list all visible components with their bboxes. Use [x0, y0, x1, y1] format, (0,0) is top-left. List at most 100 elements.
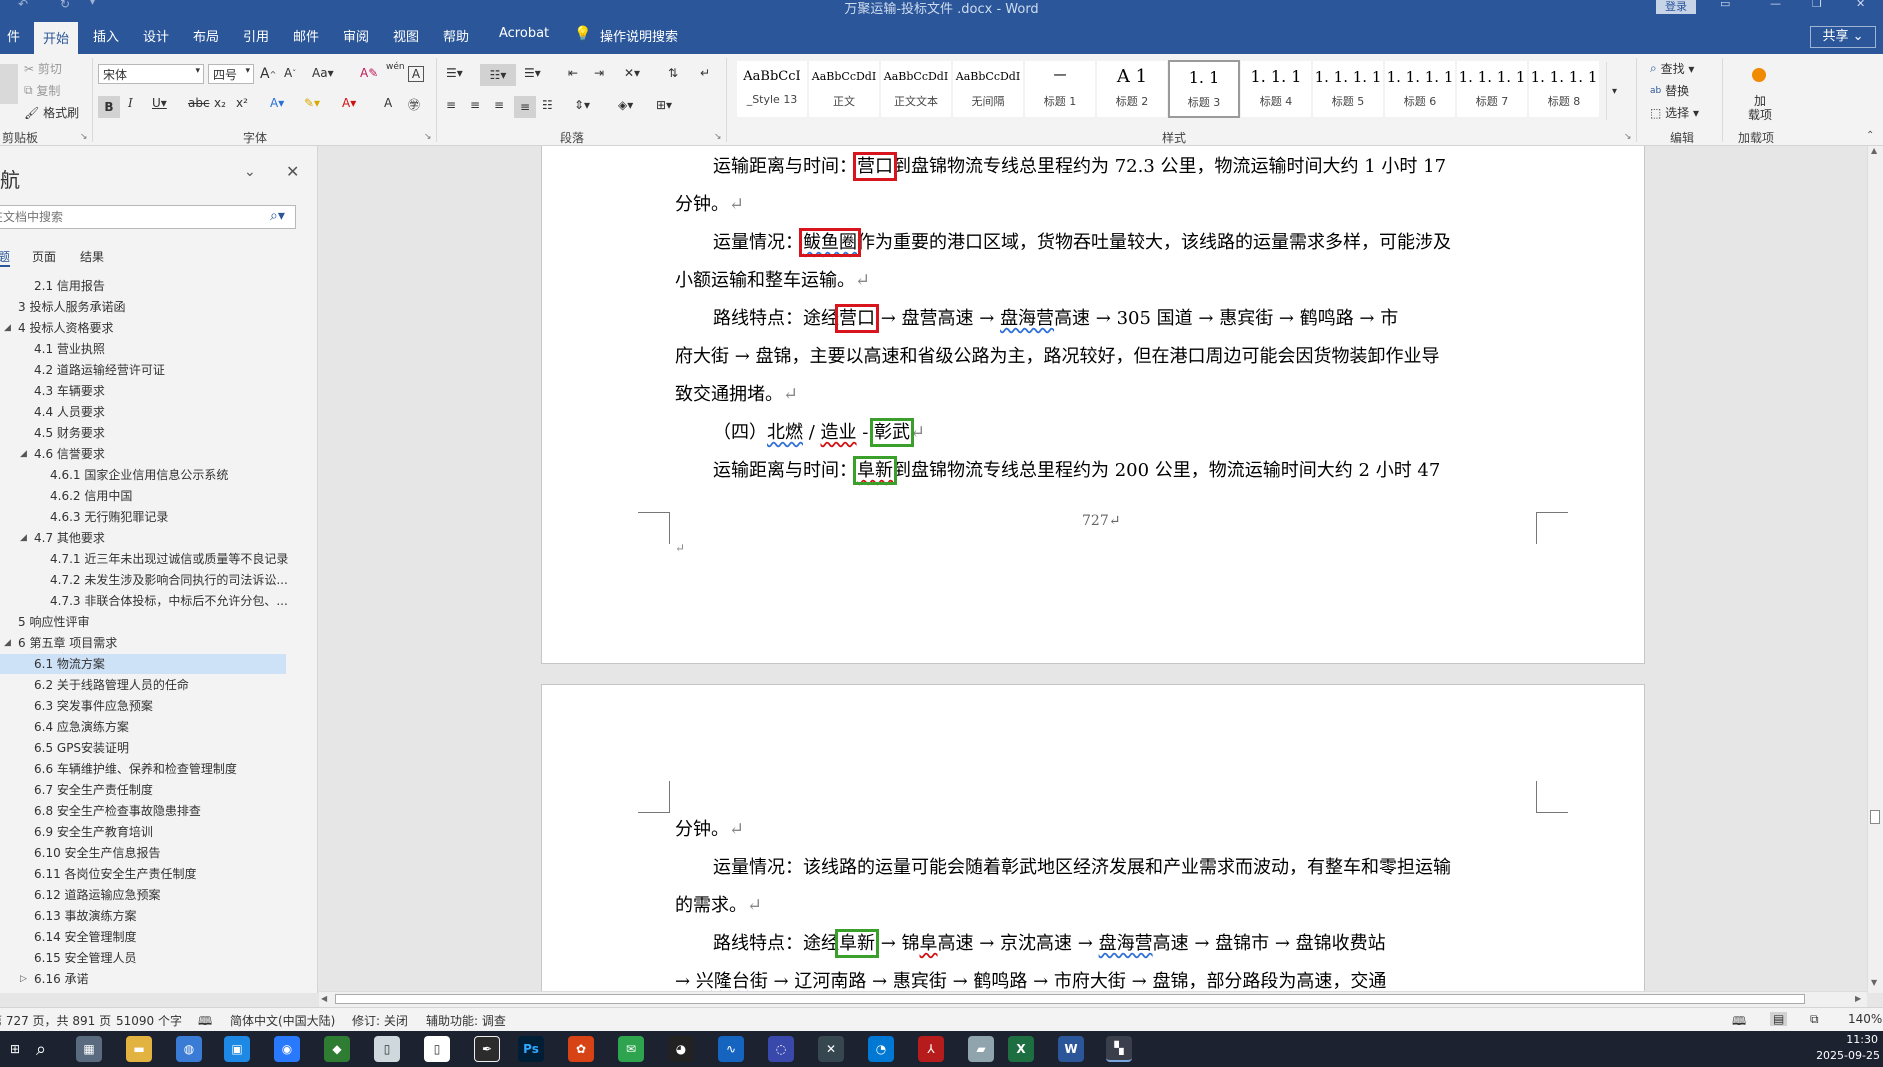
- font-launcher-icon[interactable]: ↘: [424, 132, 432, 142]
- nav-heading-item[interactable]: 4.6.1 国家企业信用信息公示系统: [0, 465, 286, 485]
- copy-button[interactable]: ⧉ 复制: [24, 82, 60, 99]
- nav-heading-item[interactable]: 4.1 营业执照: [0, 339, 286, 359]
- style-tile[interactable]: 1. 1. 1. 1 标题 6: [1384, 60, 1456, 118]
- justify-icon[interactable]: ≡: [514, 96, 536, 118]
- app-icon[interactable]: ◍: [176, 1036, 202, 1062]
- align-center-icon[interactable]: ≡: [470, 98, 480, 112]
- style-tile[interactable]: AaBbCcDdI 正文文本: [880, 60, 952, 118]
- font-size-box[interactable]: 四号 ▾: [208, 64, 254, 84]
- collapse-caret-icon[interactable]: ◢: [4, 318, 11, 338]
- nav-heading-item[interactable]: ◢ 4.7 其他要求: [0, 528, 286, 548]
- app-icon[interactable]: ◆: [324, 1036, 350, 1062]
- highlight-icon[interactable]: ✎▾: [304, 96, 320, 110]
- font-color-icon[interactable]: A▾: [342, 96, 356, 110]
- nav-tab-pages[interactable]: 页面: [32, 248, 56, 265]
- close-icon[interactable]: ✕: [286, 162, 299, 181]
- word-count[interactable]: 51090 个字: [116, 1012, 182, 1029]
- show-marks-icon[interactable]: ↵: [700, 66, 710, 80]
- sort-icon[interactable]: ⇅: [668, 66, 678, 80]
- style-tile[interactable]: AaBbCcDdI 正文: [808, 60, 880, 118]
- nav-heading-item[interactable]: 6.2 关于线路管理人员的任命: [0, 675, 286, 695]
- word-icon[interactable]: W: [1058, 1036, 1084, 1062]
- clock-date[interactable]: 2025-09-25: [1806, 1049, 1880, 1062]
- notepad-icon[interactable]: ▯: [374, 1036, 400, 1062]
- vertical-scrollbar[interactable]: ▲ ▼: [1867, 146, 1883, 993]
- close-window-icon[interactable]: ✕: [1856, 0, 1865, 10]
- nav-search-input[interactable]: [0, 205, 296, 229]
- web-layout-icon[interactable]: ⧉: [1810, 1012, 1819, 1027]
- app-icon[interactable]: ▚: [1106, 1036, 1132, 1062]
- tell-me-search[interactable]: 操作说明搜索: [600, 26, 678, 45]
- restore-icon[interactable]: ❐: [1812, 0, 1822, 10]
- cut-button[interactable]: ✂ 剪切: [24, 60, 62, 77]
- zoom-level[interactable]: 140%: [1848, 1012, 1882, 1026]
- nav-heading-item[interactable]: 6.10 安全生产信息报告: [0, 843, 286, 863]
- align-left-icon[interactable]: ≡: [446, 98, 456, 112]
- nav-heading-item[interactable]: ◢ 6 第五章 项目需求: [0, 633, 286, 653]
- document-page[interactable]: 分钟。↵ 运量情况：该线路的运量可能会随着彰武地区经济发展和产业需求而波动，有整…: [541, 684, 1645, 991]
- scrollbar-thumb[interactable]: [1870, 810, 1880, 824]
- app-icon[interactable]: ∿: [718, 1036, 744, 1062]
- style-tile[interactable]: 1. 1. 1. 1 标题 5: [1312, 60, 1384, 118]
- style-tile[interactable]: 1. 1. 1 标题 4: [1240, 60, 1312, 118]
- nav-heading-item[interactable]: 6.14 安全管理制度: [0, 927, 286, 947]
- bullets-icon[interactable]: ☰▾: [446, 66, 463, 80]
- page-count[interactable]: 第 727 页，共 891 页: [0, 1012, 111, 1029]
- style-tile[interactable]: 1. 1. 1. 1 标题 7: [1456, 60, 1528, 118]
- minimize-icon[interactable]: —: [1770, 0, 1781, 10]
- nav-heading-item[interactable]: 6.13 事故演练方案: [0, 906, 286, 926]
- style-tile[interactable]: AaBbCcDdI 无间隔: [952, 60, 1024, 118]
- nav-heading-item[interactable]: 6.12 道路运输应急预案: [0, 885, 286, 905]
- clipboard-launcher-icon[interactable]: ↘: [80, 132, 88, 142]
- nav-heading-item[interactable]: 4.6.3 无行贿犯罪记录: [0, 507, 286, 527]
- store-icon[interactable]: ▣: [224, 1036, 250, 1062]
- addins-button[interactable]: 加 载项: [1746, 94, 1774, 122]
- clock-time[interactable]: 11:30: [1830, 1033, 1878, 1046]
- calculator-icon[interactable]: ▦: [76, 1036, 102, 1062]
- nav-heading-item[interactable]: ◢ 4 投标人资格要求: [0, 318, 286, 338]
- collapse-caret-icon[interactable]: ◢: [4, 633, 11, 653]
- character-shading-icon[interactable]: A: [384, 96, 392, 110]
- nav-heading-item[interactable]: 6.11 各岗位安全生产责任制度: [0, 864, 286, 884]
- nav-heading-item[interactable]: 6.8 安全生产检查事故隐患排查: [0, 801, 286, 821]
- tab-help[interactable]: 帮助: [434, 24, 478, 47]
- distributed-icon[interactable]: ☷: [542, 98, 553, 112]
- file-explorer-icon[interactable]: ▬: [126, 1036, 152, 1062]
- nav-heading-item[interactable]: 6.15 安全管理人员: [0, 948, 286, 968]
- grow-font-icon[interactable]: A ^: [260, 66, 276, 82]
- font-name-box[interactable]: 宋体 ▾: [98, 64, 204, 84]
- proofing-icon[interactable]: 🕮: [198, 1012, 212, 1033]
- tab-insert[interactable]: 插入: [84, 24, 128, 47]
- phonetic-guide-icon[interactable]: wén: [386, 62, 405, 72]
- clear-formatting-icon[interactable]: A✎: [360, 66, 378, 80]
- addins-icon[interactable]: [1752, 68, 1766, 82]
- styles-more-icon[interactable]: ▾: [1606, 62, 1622, 120]
- tab-view[interactable]: 视图: [384, 24, 428, 47]
- superscript-icon[interactable]: x²: [236, 96, 248, 110]
- align-right-icon[interactable]: ≡: [494, 98, 504, 112]
- bold-icon[interactable]: B: [98, 96, 120, 118]
- collapse-caret-icon[interactable]: ◢: [20, 528, 27, 548]
- app-icon[interactable]: ◌: [768, 1036, 794, 1062]
- style-tile[interactable]: AaBbCcI _Style 13: [736, 60, 808, 118]
- tab-home[interactable]: 开始: [34, 22, 79, 54]
- photoshop-icon[interactable]: Ps: [518, 1036, 544, 1062]
- wechat-icon[interactable]: ✉: [618, 1036, 644, 1062]
- nav-heading-item[interactable]: 4.5 财务要求: [0, 423, 286, 443]
- login-button[interactable]: 登录: [1656, 0, 1696, 14]
- nav-heading-item[interactable]: 4.4 人员要求: [0, 402, 286, 422]
- decrease-indent-icon[interactable]: ⇤: [568, 66, 578, 80]
- scroll-down-icon[interactable]: ▼: [1871, 978, 1877, 987]
- tab-mailings[interactable]: 邮件: [284, 24, 328, 47]
- style-tile[interactable]: 1. 1. 1. 1 标题 8: [1528, 60, 1600, 118]
- nav-heading-item[interactable]: 6.9 安全生产教育培训: [0, 822, 286, 842]
- style-tile-selected[interactable]: 1. 1 标题 3: [1168, 60, 1240, 118]
- document-icon[interactable]: ▯: [424, 1036, 450, 1062]
- multilevel-list-icon[interactable]: ☰▾: [524, 66, 541, 80]
- nav-heading-item[interactable]: 6.7 安全生产责任制度: [0, 780, 286, 800]
- start-icon[interactable]: ⊞: [2, 1036, 28, 1062]
- line-spacing-icon[interactable]: ⇕▾: [574, 98, 590, 112]
- underline-icon[interactable]: U▾: [152, 96, 167, 110]
- ribbon-display-icon[interactable]: ▭: [1720, 0, 1730, 10]
- change-case-button[interactable]: Aa ▾: [312, 66, 334, 80]
